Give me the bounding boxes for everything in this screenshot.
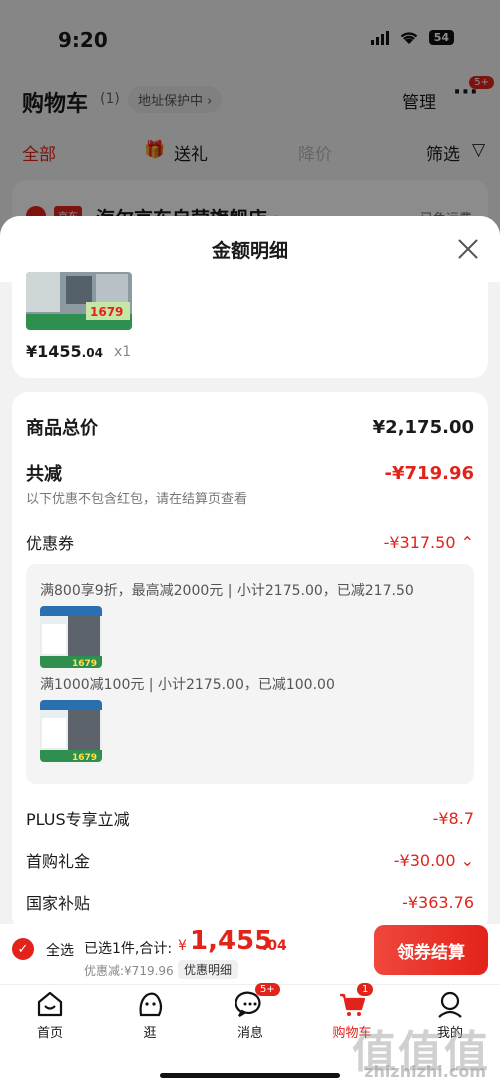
discount-detail-button[interactable]: 优惠明细	[178, 960, 239, 979]
product-price: ¥1455.04	[26, 342, 103, 361]
cart-title: 购物车	[22, 92, 89, 117]
subsidy-label: 国家补贴	[26, 894, 91, 913]
total-currency: ¥	[178, 938, 187, 954]
coupon-row[interactable]: 优惠券 -¥317.50 ⌃	[26, 530, 474, 554]
coupon-product-image-1: 1679	[40, 606, 102, 668]
first-purchase-value[interactable]: -¥30.00 ⌄	[394, 851, 474, 870]
tab-messages-label: 消息	[236, 1026, 263, 1041]
product-card: 1679 ¥1455.04 x1	[12, 272, 488, 378]
total-price-value: ¥2,175.00	[372, 416, 474, 438]
tab-all[interactable]: 全部	[22, 140, 56, 165]
subsidy-row: 国家补贴 -¥363.76	[26, 890, 474, 914]
first-purchase-label: 首购礼金	[26, 852, 91, 871]
status-icons: 54	[370, 30, 454, 45]
cart-count: (1)	[100, 91, 120, 107]
total-price-row: 商品总价 ¥2,175.00	[26, 414, 474, 440]
plus-value: -¥8.7	[432, 808, 474, 828]
total-reduce-label: 共减	[26, 464, 62, 485]
browse-icon	[135, 989, 165, 1019]
coupon-line-2: 满1000减100元 | 小计2175.00，已减100.00	[40, 677, 335, 693]
coupon-value[interactable]: -¥317.50 ⌃	[384, 533, 474, 552]
profile-icon	[435, 989, 465, 1019]
messages-badge: 5+	[255, 983, 280, 996]
message-icon: 5+	[234, 983, 280, 1019]
battery-icon: 54	[428, 30, 454, 45]
tab-filter[interactable]: 筛选	[426, 140, 460, 165]
coupon-product-image-2: 1679	[40, 700, 102, 762]
home-icon	[35, 989, 65, 1019]
watermark-url: zhizhizhi.com	[364, 1062, 486, 1081]
address-protect-chip[interactable]: 地址保护中 ›	[128, 86, 223, 113]
checkout-bar: ✓ 全选 已选1件,合计: ¥ 1,455 .04 优惠减:¥719.96 优惠…	[0, 924, 500, 984]
select-all-label[interactable]: 全选	[46, 940, 74, 960]
coupon-line-1: 满800享9折，最高减2000元 | 小计2175.00，已减217.50	[40, 583, 414, 599]
checkout-button[interactable]: 领券结算	[374, 925, 488, 975]
selected-summary: 已选1件,合计:	[84, 941, 173, 957]
svg-text:1679: 1679	[72, 659, 97, 668]
manage-button[interactable]: 管理	[402, 88, 436, 113]
product-quantity: x1	[114, 344, 132, 360]
checkout-total: 1,455	[190, 926, 273, 956]
filter-icon[interactable]: ▽	[472, 140, 485, 160]
close-icon[interactable]	[456, 236, 480, 260]
filter-tabs: 全部 🎁 送礼 降价 筛选 ▽	[0, 140, 500, 170]
plus-row: PLUS专享立减 -¥8.7	[26, 806, 474, 830]
amount-detail-sheet: 金额明细 1679 ¥1455.04 x1 商品总价 ¥2,175.00 共减 …	[0, 216, 500, 924]
total-reduce-row: 共减 -¥719.96	[26, 460, 474, 486]
gift-icon: 🎁	[144, 140, 166, 160]
cart-header: 购物车 (1) 地址保护中 › 管理 ··· 5+ 全部 🎁 送礼 降价 筛选 …	[0, 76, 500, 240]
svg-text:1679: 1679	[72, 753, 97, 762]
status-time: 9:20	[58, 28, 108, 52]
checkout-total-decimal: .04	[262, 938, 287, 954]
product-thumbnail[interactable]: 1679	[26, 272, 132, 330]
tab-home[interactable]: 首页	[20, 989, 80, 1041]
total-price-label: 商品总价	[26, 418, 98, 439]
first-purchase-row[interactable]: 首购礼金 -¥30.00 ⌄	[26, 848, 474, 872]
tab-browse-label: 逛	[143, 1026, 157, 1041]
tab-home-label: 首页	[36, 1026, 63, 1041]
subsidy-value: -¥363.76	[402, 892, 474, 912]
home-indicator	[160, 1073, 340, 1078]
status-bar: 9:20 54	[0, 0, 500, 80]
cart-icon: 1	[337, 983, 374, 1019]
tab-discount[interactable]: 降价	[298, 140, 332, 165]
svg-text:1679: 1679	[90, 305, 123, 319]
wifi-icon	[400, 32, 418, 44]
select-all-checkbox[interactable]: ✓	[12, 938, 34, 960]
signal-icon	[370, 30, 389, 45]
tab-gift[interactable]: 送礼	[174, 140, 208, 165]
coupon-label: 优惠券	[26, 534, 75, 553]
amount-detail-card: 商品总价 ¥2,175.00 共减 -¥719.96 以下优惠不包含红包，请在结…	[12, 392, 488, 924]
more-badge: 5+	[469, 76, 494, 89]
reduce-note: 以下优惠不包含红包，请在结算页查看	[26, 492, 248, 507]
coupon-detail-box: 满800享9折，最高减2000元 | 小计2175.00，已减217.50 16…	[26, 564, 474, 784]
plus-label: PLUS专享立减	[26, 810, 130, 829]
tab-browse[interactable]: 逛	[120, 989, 180, 1041]
total-reduce-value: -¥719.96	[384, 462, 474, 484]
cart-badge: 1	[357, 983, 374, 996]
sheet-title: 金额明细	[211, 240, 288, 262]
saved-amount: 优惠减:¥719.96	[84, 964, 174, 978]
tab-messages[interactable]: 5+ 消息	[220, 983, 280, 1041]
